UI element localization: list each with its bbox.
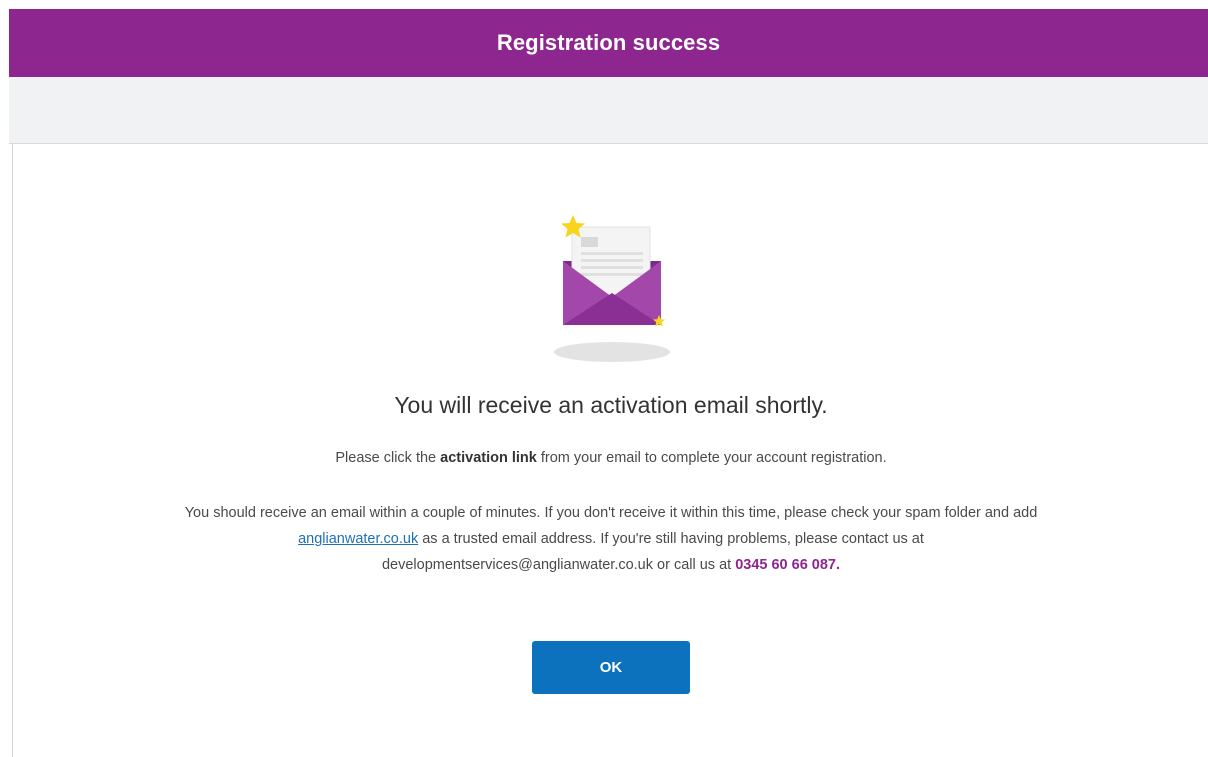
instruction-prefix: Please click the (335, 450, 441, 466)
help-text-part-2: as a trusted email address. If you're st… (381, 531, 924, 573)
registration-success-page: Registration success You will receive an… (0, 0, 1208, 757)
email-help-text: You should receive an email within a cou… (180, 500, 1042, 578)
confirmation-heading: You will receive an activation email sho… (394, 392, 828, 418)
page-header: Registration success (9, 9, 1208, 77)
instruction-suffix: from your email to complete your account… (536, 450, 887, 466)
contact-phone-number: 0345 60 66 087. (735, 557, 841, 573)
ok-button[interactable]: OK (532, 641, 690, 694)
activation-link-emphasis: activation link (440, 450, 537, 466)
activation-instruction: Please click the activation link from yo… (0, 450, 1208, 466)
page-title: Registration success (496, 30, 721, 55)
trusted-domain-link[interactable]: anglianwater.co.uk (298, 531, 418, 547)
header-subbar (9, 77, 1208, 144)
open-envelope-with-stars-icon (554, 215, 670, 362)
help-text-part-1: You should receive an email within a cou… (184, 505, 1038, 521)
